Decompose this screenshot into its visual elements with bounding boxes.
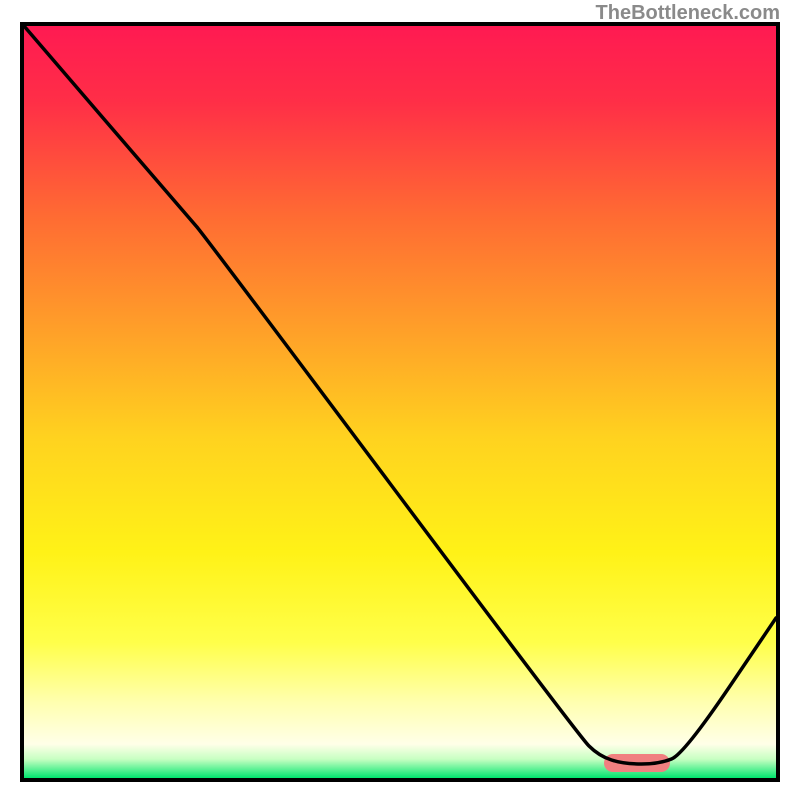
bottleneck-curve-path: [24, 26, 776, 764]
plot-area: [24, 26, 776, 778]
bottleneck-curve: [24, 26, 776, 778]
chart-frame: [20, 22, 780, 782]
